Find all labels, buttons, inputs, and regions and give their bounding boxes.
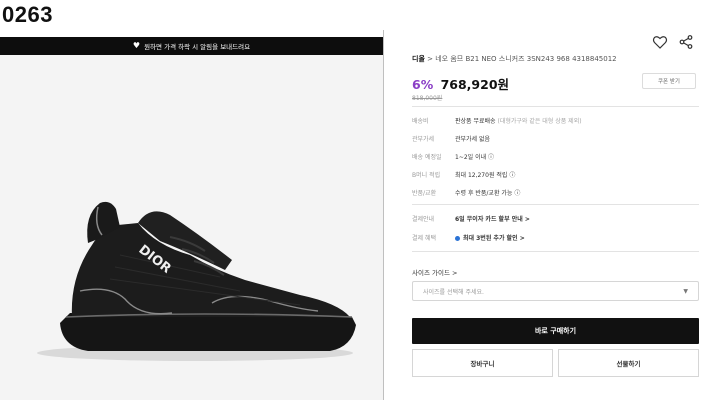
- header-actions: [652, 34, 694, 50]
- price: 6% 768,920원: [412, 74, 509, 93]
- info-row-points[interactable]: B머니 적립 최대 12,270원 적립 ⓘ: [412, 170, 515, 179]
- size-guide-link[interactable]: 사이즈 가이드 >: [412, 267, 457, 277]
- price-alert-banner[interactable]: ♥ 원하면 가격 하락 시 알림을 보내드려요: [0, 37, 383, 55]
- info-value: 1~2일 이내 ⓘ: [455, 154, 495, 161]
- info-label: B머니 적립: [412, 172, 441, 179]
- info-value: 수령 후 반품/교환 가능 ⓘ: [455, 190, 521, 197]
- payment-value: 6일 무이자 카드 할부 안내 >: [455, 216, 530, 223]
- heart-outline-icon[interactable]: [652, 34, 668, 50]
- info-label: 관부가세: [412, 136, 435, 143]
- size-select[interactable]: 사이즈를 선택해 주세요. ▼: [412, 281, 699, 301]
- info-label: 배송비: [412, 118, 429, 125]
- payment-label: 결제 혜택: [412, 235, 436, 242]
- divider: [412, 106, 699, 107]
- benefit-dot-icon: [455, 236, 460, 241]
- original-price: 818,000원: [412, 95, 443, 102]
- payment-label: 결제안내: [412, 216, 435, 223]
- sale-price: 768,920원: [440, 77, 510, 92]
- gift-button[interactable]: 선물하기: [558, 349, 699, 377]
- breadcrumb-separator: >: [427, 55, 433, 63]
- info-row-delivery-date[interactable]: 배송 예정일 1~2일 이내 ⓘ: [412, 152, 494, 161]
- product-title: 디올 > 네오 옴므 B21 NEO 스니커즈 3SN243 968 43188…: [412, 54, 702, 64]
- brand-name[interactable]: 디올: [412, 55, 425, 63]
- frame-label: 0263: [2, 2, 53, 27]
- heart-icon: ♥: [132, 41, 141, 50]
- info-note: (대형가구와 같은 대형 상품 제외): [497, 118, 582, 125]
- share-icon[interactable]: [678, 34, 694, 50]
- info-value: 판상품 무료배송: [455, 118, 496, 125]
- info-row-returns[interactable]: 반품/교환 수령 후 반품/교환 가능 ⓘ: [412, 188, 520, 197]
- coupon-button[interactable]: 쿠폰 받기: [642, 73, 696, 89]
- info-value: 관부가세 없음: [455, 136, 491, 143]
- divider: [412, 251, 699, 252]
- info-label: 반품/교환: [412, 190, 437, 197]
- product-image-panel: ♥ 원하면 가격 하락 시 알림을 보내드려요 DIOR: [0, 37, 383, 400]
- cart-button[interactable]: 장바구니: [412, 349, 553, 377]
- price-alert-text: 원하면 가격 하락 시 알림을 보내드려요: [144, 43, 251, 51]
- payment-benefit-row[interactable]: 결제 혜택 최대 3번된 추가 할인 >: [412, 233, 525, 242]
- product-image: DIOR: [0, 55, 383, 400]
- size-select-placeholder: 사이즈를 선택해 주세요.: [423, 288, 484, 296]
- chevron-down-icon: ▼: [683, 288, 688, 295]
- info-row-duty: 관부가세 관부가세 없음: [412, 134, 490, 143]
- discount-rate: 6%: [412, 77, 434, 92]
- info-value: 최대 12,270원 적립 ⓘ: [455, 172, 516, 179]
- buy-now-button[interactable]: 바로 구매하기: [412, 318, 699, 344]
- payment-info-row[interactable]: 결제안내 6일 무이자 카드 할부 안내 >: [412, 214, 530, 223]
- info-label: 배송 예정일: [412, 154, 442, 161]
- product-detail-panel: 디올 > 네오 옴므 B21 NEO 스니커즈 3SN243 968 43188…: [383, 30, 716, 400]
- payment-value: 최대 3번된 추가 할인 >: [463, 235, 525, 242]
- product-name: 네오 옴므 B21 NEO 스니커즈 3SN243 968 4318845012: [435, 55, 617, 63]
- info-row-shipping: 배송비 판상품 무료배송 (대형가구와 같은 대형 상품 제외): [412, 116, 582, 125]
- divider: [412, 204, 699, 205]
